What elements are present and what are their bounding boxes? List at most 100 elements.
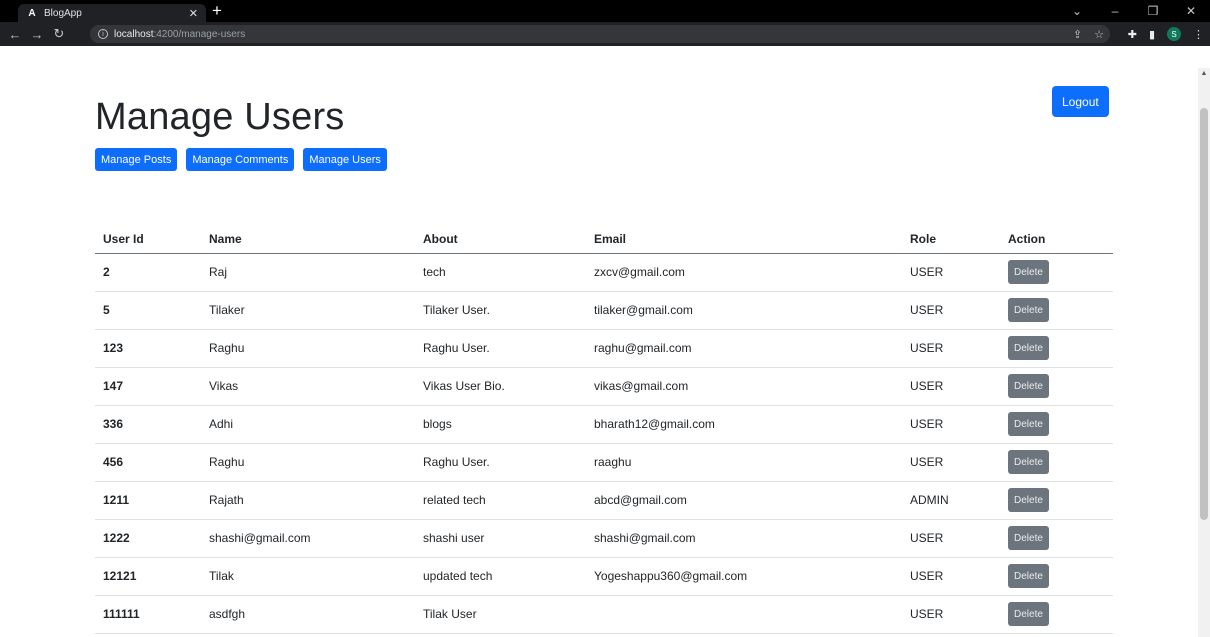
browser-tab[interactable]: A BlogApp ✕	[18, 4, 206, 22]
about-cell: blogs	[415, 405, 586, 444]
url-path: :4200/manage-users	[153, 28, 246, 40]
name-cell: Vikas	[201, 367, 415, 406]
action-cell: Delete	[1000, 367, 1113, 406]
role-cell: USER	[902, 329, 1000, 368]
browser-tab-strip: A BlogApp ✕ + ⌄ – ❐ ✕	[0, 0, 1210, 22]
action-cell: Delete	[1000, 595, 1113, 634]
email-cell: vikas@gmail.com	[586, 367, 902, 406]
scrollbar-thumb[interactable]	[1200, 108, 1208, 520]
user-id-cell: 5	[95, 291, 201, 330]
reload-icon[interactable]: ↻	[48, 26, 70, 42]
page-viewport: Manage Users Logout Manage Posts Manage …	[0, 46, 1198, 637]
user-id-cell: 456	[95, 443, 201, 482]
action-cell: Delete	[1000, 443, 1113, 482]
user-id-cell: 147	[95, 367, 201, 406]
header-user-id: User Id	[95, 226, 201, 254]
user-id-cell: 1211	[95, 481, 201, 520]
action-cell: Delete	[1000, 557, 1113, 596]
delete-button[interactable]: Delete	[1008, 412, 1049, 436]
name-cell: Raj	[201, 253, 415, 292]
user-id-cell: 111111	[95, 595, 201, 634]
delete-button[interactable]: Delete	[1008, 526, 1049, 550]
menu-kebab-icon[interactable]: ⋮	[1193, 28, 1204, 41]
bookmark-star-icon[interactable]: ☆	[1094, 28, 1104, 41]
email-cell: raaghu	[586, 443, 902, 482]
email-cell: zxcv@gmail.com	[586, 253, 902, 292]
url-input[interactable]: i localhost :4200/manage-users ⇪ ☆	[90, 25, 1110, 43]
minimize-icon[interactable]: –	[1096, 4, 1134, 18]
address-bar: ← → ↻ i localhost :4200/manage-users ⇪ ☆…	[0, 22, 1210, 46]
role-cell: ADMIN	[902, 481, 1000, 520]
scroll-up-arrow-icon[interactable]: ▲	[1198, 68, 1210, 80]
new-tab-icon[interactable]: +	[212, 2, 222, 20]
delete-button[interactable]: Delete	[1008, 260, 1049, 284]
delete-button[interactable]: Delete	[1008, 488, 1049, 512]
table-row: 336 Adhi blogs bharath12@gmail.com USER …	[95, 405, 1113, 444]
about-cell: Tilaker User.	[415, 291, 586, 330]
forward-icon[interactable]: →	[26, 27, 48, 42]
tab-search-icon[interactable]: ⌄	[1058, 4, 1096, 18]
action-cell: Delete	[1000, 405, 1113, 444]
name-cell: Tilak	[201, 557, 415, 596]
about-cell: Tilak User	[415, 595, 586, 634]
admin-nav: Manage Posts Manage Comments Manage User…	[95, 148, 387, 171]
close-tab-icon[interactable]: ✕	[189, 7, 198, 20]
logout-button[interactable]: Logout	[1052, 86, 1109, 117]
email-cell: tilaker@gmail.com	[586, 291, 902, 330]
table-row: 1222 shashi@gmail.com shashi user shashi…	[95, 519, 1113, 558]
header-action: Action	[1000, 226, 1113, 254]
site-info-icon[interactable]: i	[98, 29, 108, 39]
extensions-puzzle-icon[interactable]: ✚	[1128, 28, 1137, 41]
action-cell: Delete	[1000, 329, 1113, 368]
url-host: localhost	[114, 28, 154, 40]
about-cell: tech	[415, 253, 586, 292]
name-cell: Adhi	[201, 405, 415, 444]
share-icon[interactable]: ⇪	[1073, 28, 1082, 41]
user-id-cell: 336	[95, 405, 201, 444]
manage-users-button[interactable]: Manage Users	[303, 148, 387, 171]
table-row: 2 Raj tech zxcv@gmail.com USER Delete	[95, 253, 1113, 292]
delete-button[interactable]: Delete	[1008, 298, 1049, 322]
back-icon[interactable]: ←	[4, 27, 26, 42]
manage-posts-button[interactable]: Manage Posts	[95, 148, 178, 171]
header-about: About	[415, 226, 586, 254]
name-cell: Raghu	[201, 329, 415, 368]
table-row: 456 Raghu Raghu User. raaghu USER Delete	[95, 443, 1113, 482]
vertical-scrollbar[interactable]: ▲	[1198, 68, 1210, 637]
delete-button[interactable]: Delete	[1008, 336, 1049, 360]
role-cell: USER	[902, 367, 1000, 406]
table-row: 5 Tilaker Tilaker User. tilaker@gmail.co…	[95, 291, 1113, 330]
role-cell: USER	[902, 595, 1000, 634]
angular-favicon-icon: A	[28, 7, 36, 19]
role-cell: USER	[902, 443, 1000, 482]
action-cell: Delete	[1000, 519, 1113, 558]
user-id-cell: 12121	[95, 557, 201, 596]
side-panel-icon[interactable]: ▮	[1149, 28, 1155, 41]
delete-button[interactable]: Delete	[1008, 450, 1049, 474]
table-row: 1211 Rajath related tech abcd@gmail.com …	[95, 481, 1113, 520]
table-row: 147 Vikas Vikas User Bio. vikas@gmail.co…	[95, 367, 1113, 406]
email-cell	[586, 595, 902, 634]
about-cell: Raghu User.	[415, 443, 586, 482]
role-cell: USER	[902, 557, 1000, 596]
delete-button[interactable]: Delete	[1008, 374, 1049, 398]
delete-button[interactable]: Delete	[1008, 564, 1049, 588]
email-cell: abcd@gmail.com	[586, 481, 902, 520]
close-window-icon[interactable]: ✕	[1172, 4, 1210, 18]
header-name: Name	[201, 226, 415, 254]
about-cell: related tech	[415, 481, 586, 520]
about-cell: shashi user	[415, 519, 586, 558]
name-cell: asdfgh	[201, 595, 415, 634]
delete-button[interactable]: Delete	[1008, 602, 1049, 626]
email-cell: shashi@gmail.com	[586, 519, 902, 558]
email-cell: Yogeshappu360@gmail.com	[586, 557, 902, 596]
header-email: Email	[586, 226, 902, 254]
restore-icon[interactable]: ❐	[1134, 4, 1172, 18]
manage-comments-button[interactable]: Manage Comments	[186, 148, 295, 171]
window-controls: ⌄ – ❐ ✕	[1058, 0, 1210, 22]
profile-avatar[interactable]: S	[1167, 27, 1181, 41]
name-cell: Tilaker	[201, 291, 415, 330]
role-cell: USER	[902, 519, 1000, 558]
action-cell: Delete	[1000, 253, 1113, 292]
page-title: Manage Users	[95, 96, 345, 138]
